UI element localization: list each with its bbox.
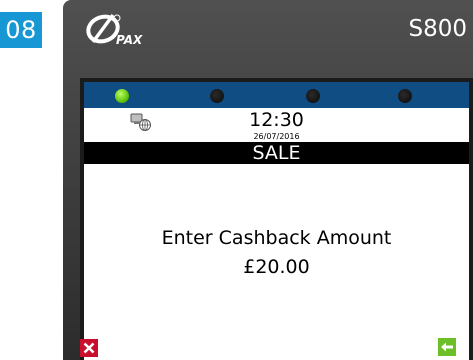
enter-button[interactable] — [438, 338, 456, 356]
pax-terminal: PAX S800 12:30 26/07/2016 SALE Enter Cas… — [63, 0, 473, 360]
led-indicator-2 — [210, 89, 224, 103]
close-icon — [83, 342, 95, 354]
cashback-amount: £20.00 — [243, 256, 310, 278]
led-indicator-1 — [115, 89, 129, 103]
pax-logo-text: PAX — [116, 33, 143, 47]
led-indicator-4 — [398, 89, 412, 103]
page: 08 PAX S800 12:30 26/07/2016 SALE Enter … — [0, 0, 473, 360]
cancel-button[interactable] — [80, 339, 98, 357]
led-indicator-3 — [306, 89, 320, 103]
display-header: 12:30 26/07/2016 — [84, 108, 469, 146]
led-status-bar — [84, 82, 469, 108]
model-label: S800 — [408, 16, 468, 42]
cashback-prompt: Enter Cashback Amount — [161, 227, 392, 249]
display: 12:30 26/07/2016 SALE Enter Cashback Amo… — [84, 108, 469, 360]
step-number-badge: 08 — [0, 12, 42, 48]
clock-time: 12:30 — [249, 109, 304, 131]
pax-logo: PAX — [86, 13, 143, 47]
clock-date: 26/07/2016 — [253, 132, 300, 141]
arrow-left-icon — [441, 342, 453, 352]
terminal-screen: 12:30 26/07/2016 SALE Enter Cashback Amo… — [80, 78, 473, 360]
transaction-title: SALE — [84, 142, 469, 164]
